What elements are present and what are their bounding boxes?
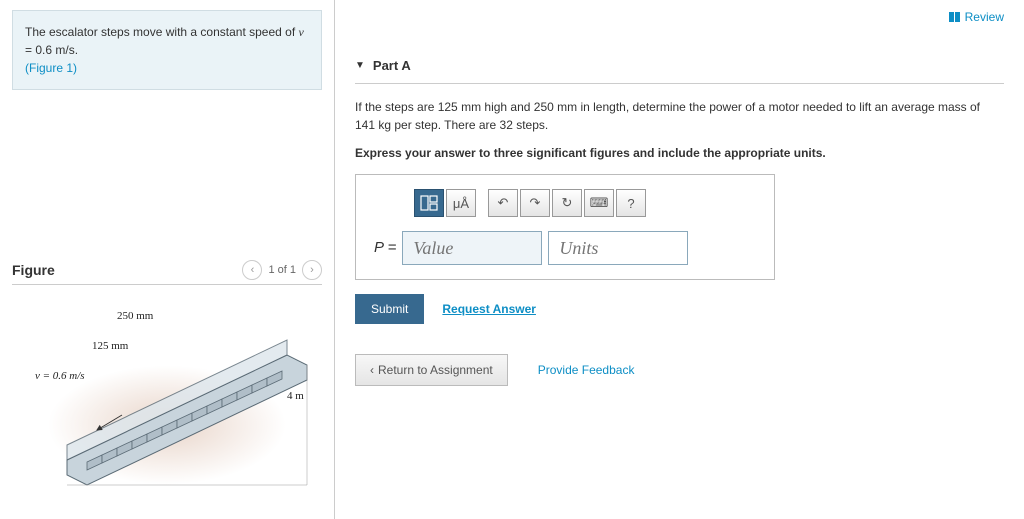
template-icon: [420, 195, 438, 211]
dim-4m: 4 m: [287, 390, 304, 402]
units-symbol-button[interactable]: μÅ: [446, 189, 476, 217]
redo-button[interactable]: ↷: [520, 189, 550, 217]
request-answer-link[interactable]: Request Answer: [442, 302, 536, 316]
reset-button[interactable]: ↻: [552, 189, 582, 217]
instruction-text: Express your answer to three significant…: [355, 146, 1004, 160]
dim-velocity: v = 0.6 m/s: [35, 370, 85, 382]
caret-down-icon: ▼: [355, 60, 365, 71]
units-input[interactable]: [548, 231, 688, 265]
answer-variable: P =: [374, 239, 396, 257]
figure-diagram: 250 mm 125 mm v = 0.6 m/s 4 m: [17, 295, 317, 495]
figure-1-link[interactable]: (Figure 1): [25, 61, 77, 75]
figure-divider: [12, 284, 322, 285]
var-v: v: [298, 25, 303, 39]
eq: =: [25, 43, 35, 57]
answer-box: μÅ ↶ ↷ ↻ ⌨ ? P =: [355, 174, 775, 280]
speed-value: 0.6 m/s: [35, 43, 74, 57]
undo-button[interactable]: ↶: [488, 189, 518, 217]
template-button[interactable]: [414, 189, 444, 217]
part-header[interactable]: ▼ Part A: [355, 50, 1004, 81]
figure-prev-button[interactable]: ‹: [242, 260, 262, 280]
dim-125mm: 125 mm: [92, 340, 128, 352]
review-link[interactable]: Review: [949, 10, 1004, 24]
chevron-left-icon: ‹: [370, 363, 374, 377]
problem-statement: The escalator steps move with a constant…: [12, 10, 322, 90]
figure-pager: ‹ 1 of 1 ›: [242, 260, 322, 280]
return-to-assignment-button[interactable]: ‹ Return to Assignment: [355, 354, 508, 386]
problem-text-1: The escalator steps move with a constant…: [25, 25, 298, 39]
flag-icon: [949, 12, 961, 22]
return-label: Return to Assignment: [378, 363, 493, 377]
part-divider: [355, 83, 1004, 84]
dim-250mm: 250 mm: [117, 310, 153, 322]
part-a-title: Part A: [373, 58, 411, 73]
review-label: Review: [965, 10, 1004, 24]
period: .: [75, 43, 78, 57]
figure-heading: Figure: [12, 262, 55, 278]
submit-button[interactable]: Submit: [355, 294, 424, 324]
question-text: If the steps are 125 mm high and 250 mm …: [355, 98, 995, 134]
provide-feedback-link[interactable]: Provide Feedback: [538, 363, 635, 377]
figure-next-button[interactable]: ›: [302, 260, 322, 280]
figure-page-count: 1 of 1: [268, 264, 296, 276]
value-input[interactable]: [402, 231, 542, 265]
answer-toolbar: μÅ ↶ ↷ ↻ ⌨ ?: [414, 189, 756, 217]
keyboard-button[interactable]: ⌨: [584, 189, 614, 217]
help-button[interactable]: ?: [616, 189, 646, 217]
